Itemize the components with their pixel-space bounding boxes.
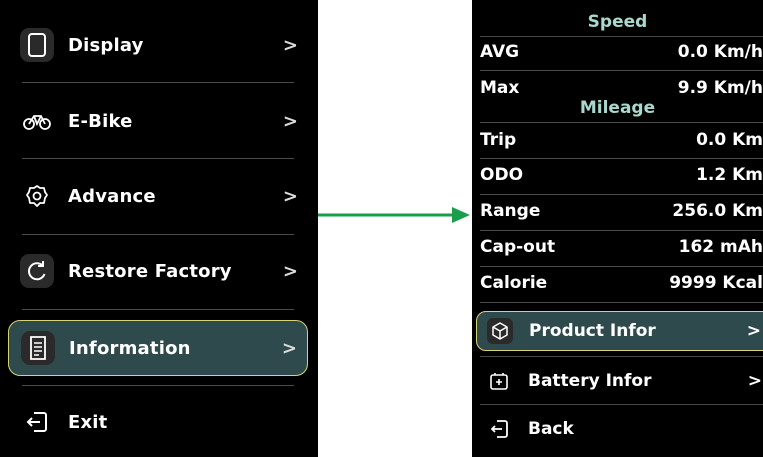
display-icon (20, 28, 54, 62)
info-value: 9.9 Km/h (677, 78, 763, 98)
box-icon (487, 318, 513, 344)
chevron-right-icon: > (282, 110, 298, 132)
divider (480, 70, 763, 71)
menu-item-battery-infor[interactable]: Battery Infor > (476, 361, 763, 401)
info-row-avg: AVG 0.0 Km/h (480, 42, 763, 62)
info-row-calorie: Calorie 9999 Kcal (480, 273, 763, 293)
info-label: Trip (480, 130, 517, 150)
info-label: ODO (480, 165, 524, 185)
menu-item-label: Restore Factory (68, 260, 232, 282)
chevron-right-icon: > (281, 337, 297, 359)
divider (22, 82, 294, 83)
bicycle-icon (20, 104, 54, 138)
info-label: Range (480, 201, 541, 221)
transition-arrow (318, 207, 470, 223)
menu-item-label: Exit (68, 411, 108, 433)
menu-item-e-bike[interactable]: E-Bike > (8, 93, 308, 149)
divider (22, 158, 294, 159)
divider (480, 404, 763, 405)
back-icon (486, 416, 512, 442)
chevron-right-icon: > (282, 260, 298, 282)
divider (480, 356, 763, 357)
info-value: 256.0 Km (672, 201, 763, 221)
gear-icon (20, 179, 54, 213)
info-row-max: Max 9.9 Km/h (480, 78, 763, 98)
info-value: 0.0 Km (696, 130, 763, 150)
info-label: AVG (480, 42, 520, 62)
divider (22, 385, 294, 386)
battery-icon (486, 368, 512, 394)
menu-item-label: Information (69, 337, 191, 359)
menu-item-exit[interactable]: Exit (8, 394, 308, 450)
chevron-right-icon: > (282, 185, 298, 207)
menu-item-label: E-Bike (68, 110, 133, 132)
menu-item-label: Display (68, 34, 144, 56)
divider (480, 158, 763, 159)
info-row-trip: Trip 0.0 Km (480, 130, 763, 150)
divider (22, 309, 294, 310)
divider (22, 234, 294, 235)
divider (480, 194, 763, 195)
menu-item-label: Battery Infor (528, 371, 652, 391)
chevron-right-icon: > (747, 371, 762, 391)
section-title-mileage: Mileage (579, 98, 656, 118)
information-screen: Speed AVG 0.0 Km/h Max 9.9 Km/h Mileage … (472, 0, 763, 457)
menu-item-restore-factory[interactable]: Restore Factory > (8, 243, 308, 299)
menu-item-advance[interactable]: Advance > (8, 168, 308, 224)
document-icon (21, 331, 55, 365)
info-value: 1.2 Km (696, 165, 763, 185)
menu-item-information[interactable]: Information > (8, 320, 308, 376)
menu-item-label: Product Infor (529, 321, 656, 341)
info-label: Max (480, 78, 520, 98)
menu-item-back[interactable]: Back (476, 409, 763, 449)
info-row-cap-out: Cap-out 162 mAh (480, 237, 763, 257)
chevron-right-icon: > (746, 321, 761, 341)
menu-item-product-infor[interactable]: Product Infor > (476, 311, 763, 351)
menu-item-label: Back (528, 419, 574, 439)
chevron-right-icon: > (282, 34, 298, 56)
exit-icon (20, 405, 54, 439)
info-value: 0.0 Km/h (677, 42, 763, 62)
info-label: Calorie (480, 273, 548, 293)
settings-menu-screen: Display > E-Bike > Advance > Restore Fac… (0, 0, 318, 457)
restore-icon (20, 254, 54, 288)
menu-item-label: Advance (68, 185, 156, 207)
info-row-range: Range 256.0 Km (480, 201, 763, 221)
divider (480, 122, 763, 123)
info-value: 9999 Kcal (669, 273, 763, 293)
info-row-odo: ODO 1.2 Km (480, 165, 763, 185)
divider (480, 36, 763, 37)
divider (480, 266, 763, 267)
info-label: Cap-out (480, 237, 556, 257)
divider (480, 302, 763, 303)
info-value: 162 mAh (678, 237, 763, 257)
menu-item-display[interactable]: Display > (8, 17, 308, 73)
section-title-speed: Speed (587, 12, 648, 32)
divider (480, 230, 763, 231)
